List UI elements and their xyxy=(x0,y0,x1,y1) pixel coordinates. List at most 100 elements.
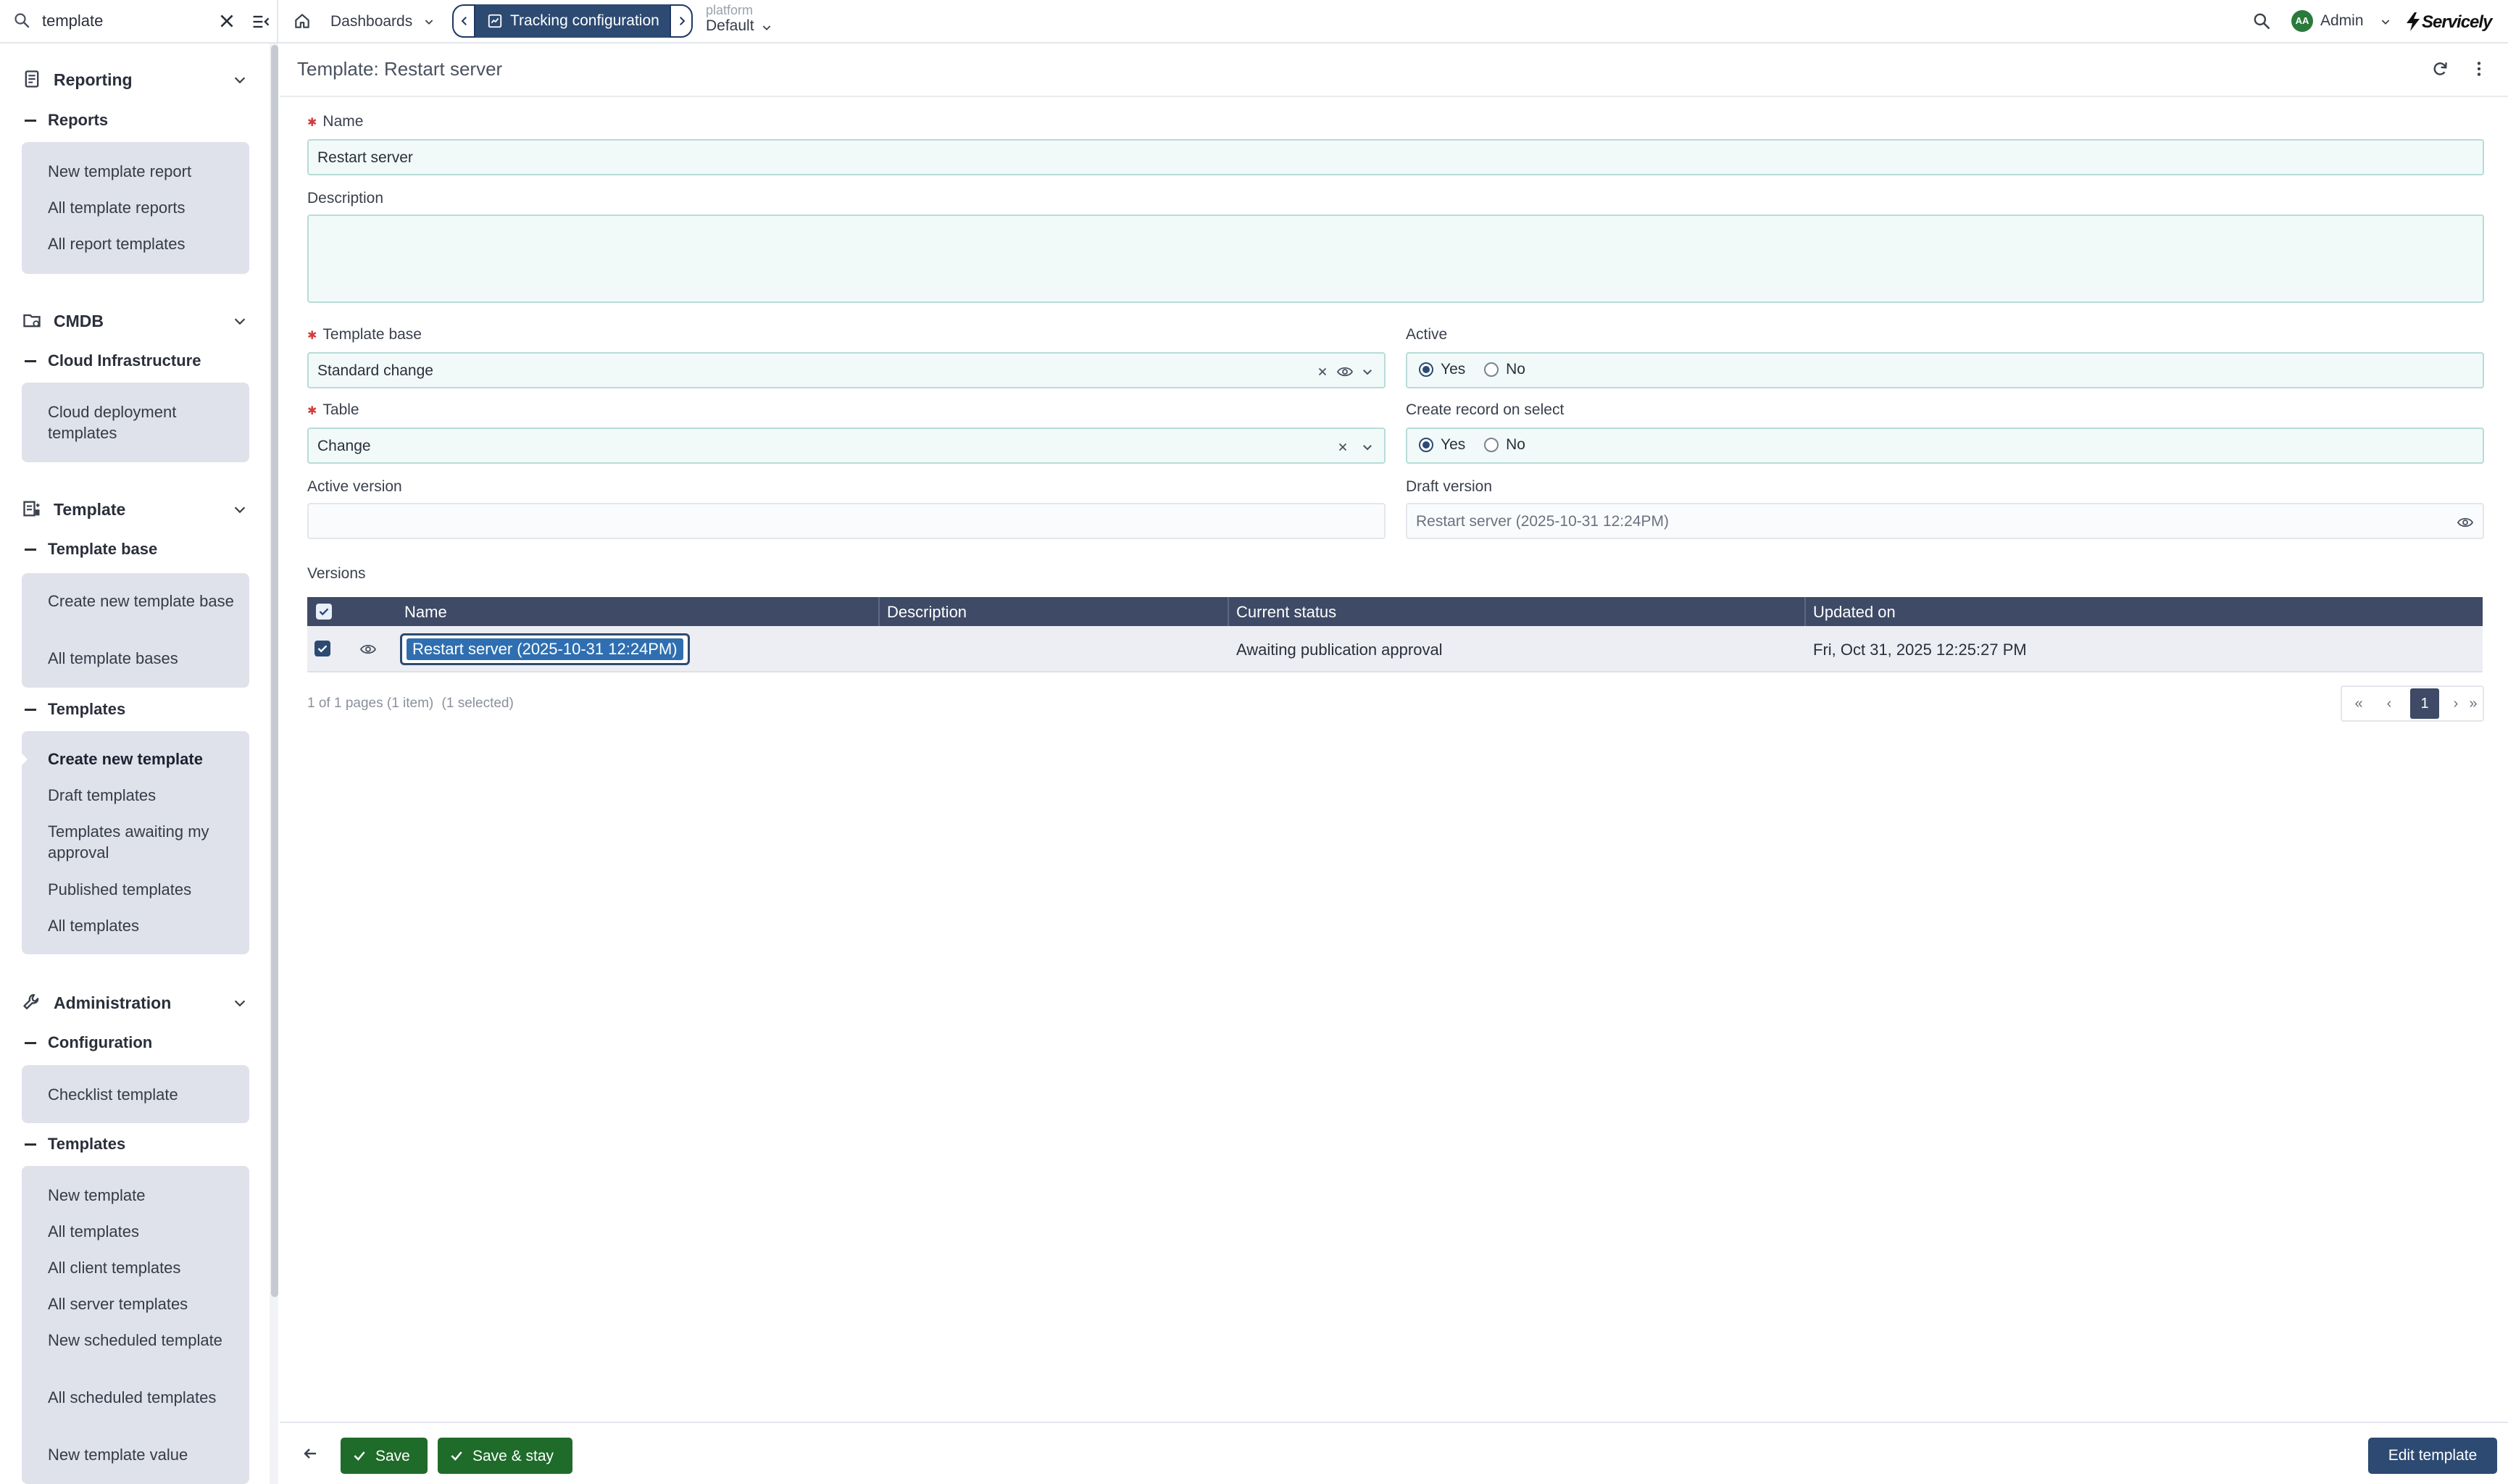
last-page-icon[interactable]: » xyxy=(2459,687,2487,720)
dashboards-menu[interactable]: Dashboards xyxy=(330,13,412,30)
create-record-no-radio[interactable] xyxy=(1484,438,1499,453)
brand-name: Servicely xyxy=(2422,12,2492,32)
collapse-dash-icon xyxy=(25,1143,36,1146)
sidebar-item-templates-awaiting-approval[interactable]: Templates awaiting my approval xyxy=(48,821,243,863)
clear-icon[interactable] xyxy=(1336,441,1349,454)
column-divider xyxy=(1228,597,1229,626)
sidebar-item-cloud-deployment-templates[interactable]: Cloud deployment templates xyxy=(48,401,243,443)
current-page-button[interactable]: 1 xyxy=(2410,688,2439,719)
sidebar-item-create-new-template[interactable]: Create new template xyxy=(48,749,243,770)
sidebar-item-all-template-reports[interactable]: All template reports xyxy=(48,197,243,218)
sidebar-item-new-scheduled-template[interactable]: New scheduled template xyxy=(48,1330,243,1351)
eye-icon[interactable] xyxy=(1336,363,1354,380)
sidebar-item-new-template-report[interactable]: New template report xyxy=(48,161,243,182)
page-title: Template: Restart server xyxy=(297,58,503,80)
clear-search-icon[interactable] xyxy=(217,12,236,30)
sidebar-item-create-new-template-base[interactable]: Create new template base xyxy=(48,591,243,612)
row-name-cell[interactable]: Restart server (2025-10-31 12:24PM) xyxy=(400,633,690,665)
tab-tracking-configuration[interactable]: Tracking configuration xyxy=(475,4,670,38)
row-checkbox[interactable] xyxy=(314,641,330,656)
sidebar-item-admin-all-templates[interactable]: All templates xyxy=(48,1221,243,1242)
global-search-icon[interactable] xyxy=(2252,12,2271,30)
chevron-down-icon[interactable] xyxy=(232,501,248,517)
user-menu[interactable]: Admin xyxy=(2320,12,2364,30)
select-all-checkbox[interactable] xyxy=(316,604,332,620)
user-avatar[interactable]: AA xyxy=(2291,10,2313,32)
section-template[interactable]: Template xyxy=(22,494,248,523)
required-asterisk-icon: ✱ xyxy=(307,405,317,417)
row-updated-cell: Fri, Oct 31, 2025 12:25:27 PM xyxy=(1813,641,2027,659)
eye-icon[interactable] xyxy=(2457,514,2474,531)
section-reporting[interactable]: Reporting xyxy=(22,64,248,93)
wrench-icon xyxy=(23,993,39,1009)
sidebar-item-draft-templates[interactable]: Draft templates xyxy=(48,785,243,806)
tab-prev-button[interactable] xyxy=(452,4,475,38)
create-record-yes-radio[interactable] xyxy=(1419,438,1433,453)
save-button[interactable]: Save xyxy=(341,1438,428,1474)
home-icon[interactable] xyxy=(293,12,312,30)
group-reports[interactable]: Reports xyxy=(25,108,242,133)
sidebar-item-new-template[interactable]: New template xyxy=(48,1185,243,1206)
sidebar-item-all-report-templates[interactable]: All report templates xyxy=(48,233,243,254)
sidebar-item-all-server-templates[interactable]: All server templates xyxy=(48,1293,243,1314)
active-radio-group: Yes No xyxy=(1406,352,2484,388)
group-cloud-infrastructure[interactable]: Cloud Infrastructure xyxy=(25,349,242,373)
group-template-base[interactable]: Template base xyxy=(25,537,242,562)
row-name-value: Restart server (2025-10-31 12:24PM) xyxy=(407,638,683,660)
chevron-down-icon[interactable] xyxy=(232,995,248,1011)
column-header-updated-on[interactable]: Updated on xyxy=(1813,603,1896,622)
first-page-icon[interactable]: « xyxy=(2345,687,2372,720)
sidebar-item-all-templates[interactable]: All templates xyxy=(48,915,243,936)
chevron-down-icon[interactable] xyxy=(232,72,248,88)
group-configuration-label: Configuration xyxy=(48,1033,153,1051)
chevron-down-icon[interactable] xyxy=(761,22,772,33)
description-label: Description xyxy=(307,190,384,207)
sidebar-scrollbar-thumb[interactable] xyxy=(271,45,278,1297)
table-row[interactable]: Restart server (2025-10-31 12:24PM) Awai… xyxy=(307,626,2483,672)
sidebar-item-checklist-template[interactable]: Checklist template xyxy=(48,1084,243,1105)
group-configuration[interactable]: Configuration xyxy=(25,1030,242,1055)
sidebar-item-all-client-templates[interactable]: All client templates xyxy=(48,1257,243,1278)
table-field[interactable]: Change xyxy=(307,428,1386,464)
eye-icon[interactable] xyxy=(359,641,377,658)
group-cloud-infrastructure-label: Cloud Infrastructure xyxy=(48,351,201,370)
sidebar-item-all-template-bases[interactable]: All template bases xyxy=(48,648,243,669)
column-header-current-status[interactable]: Current status xyxy=(1236,603,1336,622)
sidebar-item-published-templates[interactable]: Published templates xyxy=(48,879,243,900)
group-admin-templates[interactable]: Templates xyxy=(25,1132,242,1156)
column-divider xyxy=(878,597,880,626)
prev-page-icon[interactable]: ‹ xyxy=(2375,687,2403,720)
group-templates[interactable]: Templates xyxy=(25,697,242,722)
active-item-marker-icon xyxy=(22,754,28,765)
section-cmdb[interactable]: CMDB xyxy=(22,306,248,335)
name-field[interactable]: Restart server xyxy=(307,139,2484,175)
save-and-stay-button[interactable]: Save & stay xyxy=(438,1438,572,1474)
template-base-field[interactable]: Standard change xyxy=(307,352,1386,388)
chevron-down-icon[interactable] xyxy=(1361,365,1374,378)
chevron-down-icon[interactable] xyxy=(1361,441,1374,454)
clear-icon[interactable] xyxy=(1316,365,1329,378)
active-yes-radio[interactable] xyxy=(1419,362,1433,378)
more-options-icon[interactable] xyxy=(2470,59,2488,78)
tab-next-button[interactable] xyxy=(670,4,693,38)
chevron-down-icon[interactable] xyxy=(232,313,248,329)
refresh-icon[interactable] xyxy=(2430,59,2449,78)
required-asterisk-icon: ✱ xyxy=(307,117,317,129)
create-record-label: Create record on select xyxy=(1406,401,1565,418)
sidebar-search-input[interactable] xyxy=(42,9,209,33)
active-no-radio[interactable] xyxy=(1484,362,1499,378)
section-administration[interactable]: Administration xyxy=(22,988,248,1017)
chevron-down-icon[interactable] xyxy=(2380,16,2391,28)
back-arrow-icon[interactable] xyxy=(301,1445,319,1462)
chevron-down-icon[interactable] xyxy=(423,16,435,28)
sidebar-item-new-template-value[interactable]: New template value xyxy=(48,1444,243,1465)
collapse-menu-icon[interactable] xyxy=(251,12,271,32)
column-header-name[interactable]: Name xyxy=(404,603,447,622)
description-field[interactable] xyxy=(307,214,2484,303)
platform-selector[interactable]: Default xyxy=(706,17,754,35)
column-header-description[interactable]: Description xyxy=(887,603,967,622)
template-base-value: Standard change xyxy=(317,362,433,379)
edit-template-button[interactable]: Edit template xyxy=(2368,1438,2497,1474)
create-record-yes-label: Yes xyxy=(1441,436,1466,454)
sidebar-item-all-scheduled-templates[interactable]: All scheduled templates xyxy=(48,1387,243,1408)
